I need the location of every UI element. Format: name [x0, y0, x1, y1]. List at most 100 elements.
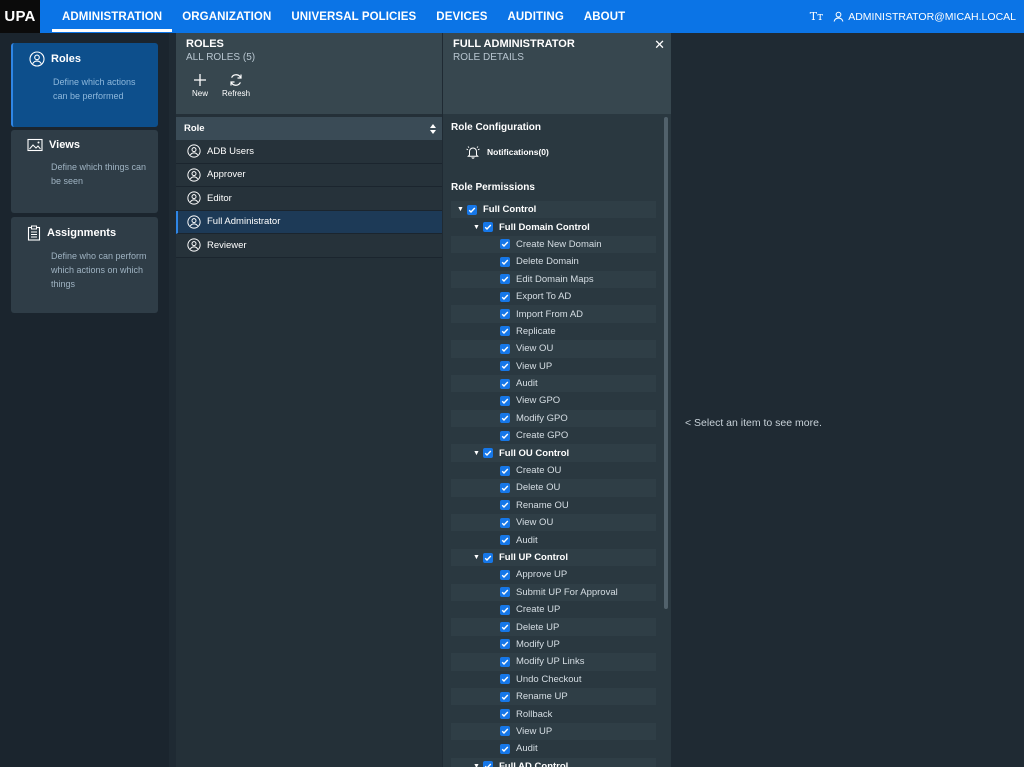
permission-checkbox[interactable] [500, 256, 510, 267]
permission-checkbox[interactable] [500, 674, 510, 685]
permission-checkbox[interactable] [500, 274, 510, 285]
permission-item[interactable]: Audit [451, 374, 656, 393]
permission-item[interactable]: View GPO [451, 392, 656, 409]
permission-item[interactable]: View UP [451, 722, 656, 741]
permission-item[interactable]: Modify GPO [451, 409, 656, 428]
permission-label: Modify UP [516, 638, 560, 650]
permission-checkbox[interactable] [500, 656, 510, 667]
permission-checkbox[interactable] [483, 222, 493, 233]
permission-group[interactable]: ▼ Full Control [451, 201, 656, 219]
permission-checkbox[interactable] [500, 361, 510, 372]
sort-icon[interactable] [429, 123, 437, 135]
role-row[interactable]: Full Administrator [176, 210, 442, 234]
check-icon [484, 224, 492, 231]
permission-checkbox[interactable] [500, 587, 510, 598]
nav-item-about[interactable]: ABOUT [574, 0, 635, 33]
check-icon [501, 676, 509, 683]
permission-item[interactable]: Edit Domain Maps [451, 270, 656, 288]
text-size-icon[interactable]: Tт [810, 10, 823, 23]
permission-checkbox[interactable] [500, 239, 510, 250]
permission-item[interactable]: Create OU [451, 462, 656, 479]
permission-checkbox[interactable] [483, 448, 493, 459]
permission-item[interactable]: Export To AD [451, 288, 656, 305]
nav-item-universal-policies[interactable]: UNIVERSAL POLICIES [281, 0, 426, 33]
permission-item[interactable]: View UP [451, 358, 656, 375]
new-button[interactable]: New [192, 73, 208, 98]
permission-item[interactable]: Rollback [451, 705, 656, 722]
permission-checkbox[interactable] [500, 309, 510, 320]
permission-group[interactable]: ▼ Full OU Control [451, 444, 656, 462]
permission-item[interactable]: Modify UP [451, 636, 656, 653]
expand-caret-icon[interactable]: ▼ [473, 224, 483, 231]
role-row[interactable]: Approver [176, 163, 442, 187]
role-row[interactable]: Editor [176, 187, 442, 211]
sidebar-item-views[interactable]: Views Define which things can be seen [11, 130, 158, 213]
permission-item[interactable]: View OU [451, 514, 656, 532]
sidebar-item-roles[interactable]: Roles Define which actions can be perfor… [11, 43, 158, 127]
permission-checkbox[interactable] [500, 691, 510, 702]
permission-checkbox[interactable] [483, 552, 493, 563]
permission-label: Full OU Control [499, 447, 570, 459]
notifications-link[interactable]: Notifications(0) [465, 145, 663, 159]
permission-checkbox[interactable] [500, 413, 510, 424]
permission-item[interactable]: Rename OU [451, 497, 656, 514]
role-column-header[interactable]: Role [176, 117, 442, 140]
permission-checkbox[interactable] [467, 204, 477, 215]
permission-checkbox[interactable] [483, 761, 493, 767]
details-scrollbar[interactable] [664, 117, 668, 609]
refresh-button[interactable]: Refresh [222, 73, 250, 98]
permission-checkbox[interactable] [500, 430, 510, 441]
permission-item[interactable]: Create UP [451, 601, 656, 618]
permission-group[interactable]: ▼ Full UP Control [451, 548, 656, 567]
permission-item[interactable]: Replicate [451, 323, 656, 340]
role-row[interactable]: Reviewer [176, 234, 442, 258]
permission-item[interactable]: Create New Domain [451, 235, 656, 254]
permission-checkbox[interactable] [500, 604, 510, 615]
permission-item[interactable]: Delete Domain [451, 253, 656, 270]
permission-checkbox[interactable] [500, 743, 510, 754]
permission-checkbox[interactable] [500, 465, 510, 476]
close-icon[interactable]: ✕ [654, 37, 665, 53]
permission-checkbox[interactable] [500, 395, 510, 406]
nav-item-auditing[interactable]: AUDITING [497, 0, 573, 33]
permission-item[interactable]: Approve UP [451, 566, 656, 583]
permission-item[interactable]: Import From AD [451, 305, 656, 323]
permission-item[interactable]: Audit [451, 740, 656, 757]
permission-item[interactable]: Rename UP [451, 687, 656, 706]
permission-checkbox[interactable] [500, 639, 510, 650]
permission-checkbox[interactable] [500, 535, 510, 546]
permission-label: Modify GPO [516, 412, 568, 424]
permission-checkbox[interactable] [500, 291, 510, 302]
permission-item[interactable]: Modify UP Links [451, 653, 656, 671]
permission-item[interactable]: View OU [451, 340, 656, 358]
permission-checkbox[interactable] [500, 569, 510, 580]
nav-item-administration[interactable]: ADMINISTRATION [52, 0, 173, 33]
user-menu[interactable]: ADMINISTRATOR@MICAH.LOCAL [833, 11, 1016, 23]
nav-item-devices[interactable]: DEVICES [426, 0, 497, 33]
permission-group[interactable]: ▼ Full Domain Control [451, 218, 656, 235]
permission-checkbox[interactable] [500, 622, 510, 633]
permission-checkbox[interactable] [500, 482, 510, 493]
sidebar-item-assignments[interactable]: Assignments Define who can perform which… [11, 217, 158, 313]
app-logo[interactable]: UPA [0, 0, 40, 33]
expand-caret-icon[interactable]: ▼ [457, 206, 467, 213]
permission-checkbox[interactable] [500, 517, 510, 528]
expand-caret-icon[interactable]: ▼ [473, 450, 483, 457]
permission-item[interactable]: Delete UP [451, 618, 656, 636]
nav-item-organization[interactable]: ORGANIZATION [172, 0, 281, 33]
permission-item[interactable]: Audit [451, 531, 656, 548]
permission-checkbox[interactable] [500, 378, 510, 389]
permission-checkbox[interactable] [500, 726, 510, 737]
role-row[interactable]: ADB Users [176, 140, 442, 164]
expand-caret-icon[interactable]: ▼ [473, 763, 483, 767]
permission-checkbox[interactable] [500, 709, 510, 720]
permission-item[interactable]: Create GPO [451, 427, 656, 444]
permission-item[interactable]: Submit UP For Approval [451, 583, 656, 601]
permission-item[interactable]: Delete OU [451, 479, 656, 497]
permission-checkbox[interactable] [500, 326, 510, 337]
permission-checkbox[interactable] [500, 500, 510, 511]
expand-caret-icon[interactable]: ▼ [473, 554, 483, 561]
permission-item[interactable]: Undo Checkout [451, 671, 656, 688]
permission-group[interactable]: ▼ Full AD Control [451, 757, 656, 767]
permission-checkbox[interactable] [500, 343, 510, 354]
